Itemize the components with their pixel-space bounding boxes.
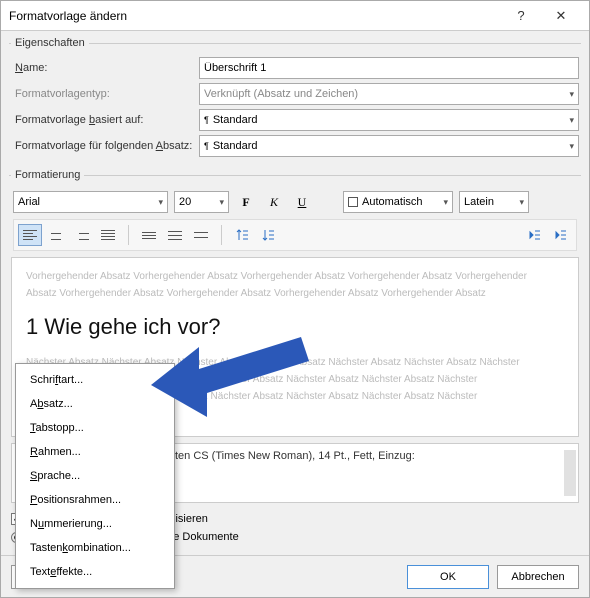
format-menu-item[interactable]: Schriftart... [16, 368, 174, 392]
indent-increase-button[interactable] [548, 224, 572, 246]
formatting-legend: Formatierung [11, 169, 84, 181]
dialog-window: Formatvorlage ändern ? ✕ Eigenschaften N… [0, 0, 590, 598]
paragraph-toolbar [13, 219, 577, 251]
scrollbar[interactable] [564, 450, 576, 496]
align-justify-button[interactable] [96, 224, 120, 246]
close-icon[interactable]: ✕ [541, 8, 581, 24]
format-menu-item[interactable]: Tabstopp... [16, 416, 174, 440]
nextstyle-combo[interactable]: ¶ Standard ▾ [199, 135, 579, 157]
spacing-medium-button[interactable] [163, 224, 187, 246]
preview-heading: 1 Wie gehe ich vor? [26, 314, 564, 340]
type-combo[interactable]: Verknüpft (Absatz und Zeichen) ▾ [199, 83, 579, 105]
para-space-decrease-button[interactable] [256, 224, 280, 246]
type-label: Formatvorlagentyp: [11, 88, 199, 100]
chevron-down-icon: ▾ [443, 197, 448, 208]
chevron-down-icon: ▾ [569, 141, 574, 152]
script-combo[interactable]: Latein ▾ [459, 191, 529, 213]
chevron-down-icon: ▾ [219, 197, 224, 208]
basedon-label: Formatvorlage basiert auf: [11, 114, 199, 126]
format-menu-item[interactable]: Absatz... [16, 392, 174, 416]
format-menu-item[interactable]: Positionsrahmen... [16, 488, 174, 512]
bold-button[interactable]: F [235, 191, 257, 213]
color-swatch-icon [348, 197, 358, 207]
chevron-down-icon: ▾ [569, 89, 574, 100]
paragraph-icon: ¶ [204, 115, 209, 125]
align-right-button[interactable] [70, 224, 94, 246]
para-space-increase-button[interactable] [230, 224, 254, 246]
nextstyle-label: Formatvorlage für folgenden Absatz: [11, 140, 199, 152]
properties-group: Eigenschaften Name: Formatvorlagentyp: V… [9, 37, 581, 163]
format-menu-item[interactable]: Rahmen... [16, 440, 174, 464]
spacing-single-button[interactable] [137, 224, 161, 246]
help-icon[interactable]: ? [501, 8, 541, 23]
name-input[interactable] [199, 57, 579, 79]
name-label: Name: [11, 62, 199, 74]
font-color-combo[interactable]: Automatisch ▾ [343, 191, 453, 213]
italic-button[interactable]: K [263, 191, 285, 213]
font-size-combo[interactable]: 20 ▾ [174, 191, 229, 213]
formatting-group: Formatierung Arial ▾ 20 ▾ F K U Automati… [9, 169, 581, 257]
format-menu-item[interactable]: Nummerierung... [16, 512, 174, 536]
format-menu: Schriftart...Absatz...Tabstopp...Rahmen.… [15, 363, 175, 589]
chevron-down-icon: ▾ [158, 197, 163, 208]
window-title: Formatvorlage ändern [9, 9, 501, 23]
format-menu-item[interactable]: Sprache... [16, 464, 174, 488]
spacing-double-button[interactable] [189, 224, 213, 246]
properties-legend: Eigenschaften [11, 37, 89, 49]
title-bar: Formatvorlage ändern ? ✕ [1, 1, 589, 31]
cancel-button[interactable]: Abbrechen [497, 565, 579, 589]
format-menu-item[interactable]: Tastenkombination... [16, 536, 174, 560]
chevron-down-icon: ▾ [519, 197, 524, 208]
align-center-button[interactable] [44, 224, 68, 246]
ok-button[interactable]: OK [407, 565, 489, 589]
basedon-combo[interactable]: ¶ Standard ▾ [199, 109, 579, 131]
underline-button[interactable]: U [291, 191, 313, 213]
format-menu-item[interactable]: Texteffekte... [16, 560, 174, 584]
font-family-combo[interactable]: Arial ▾ [13, 191, 168, 213]
chevron-down-icon: ▾ [569, 115, 574, 126]
indent-decrease-button[interactable] [522, 224, 546, 246]
paragraph-icon: ¶ [204, 141, 209, 151]
align-left-button[interactable] [18, 224, 42, 246]
